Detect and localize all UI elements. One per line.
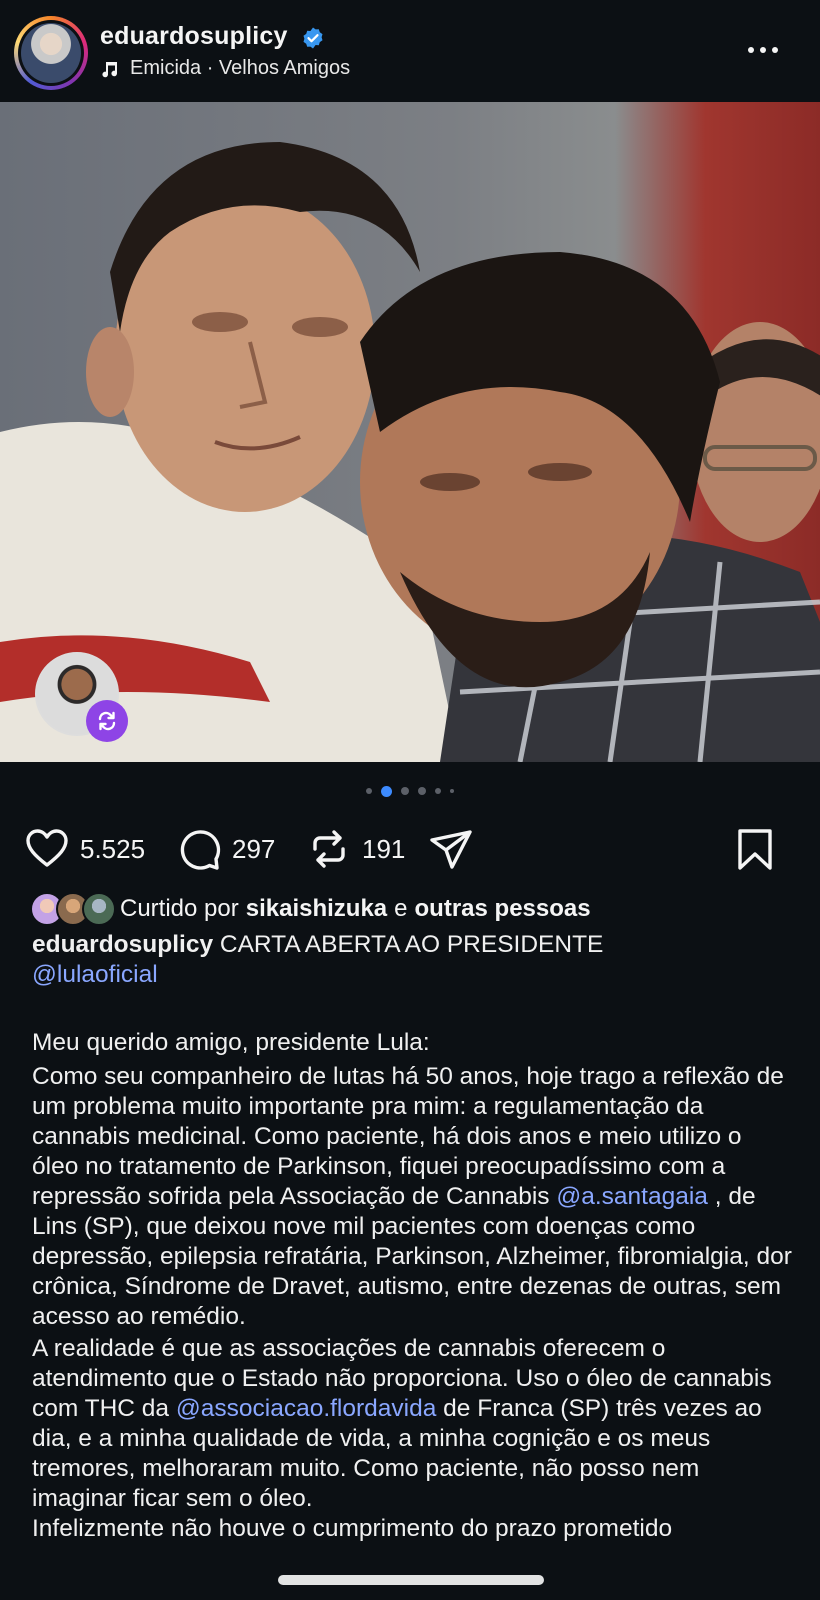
carousel-dot bbox=[366, 788, 372, 794]
music-note-icon bbox=[102, 61, 117, 77]
liked-by-others[interactable]: outras pessoas bbox=[415, 895, 591, 923]
caption-username[interactable]: eduardosuplicy bbox=[32, 931, 213, 958]
repost-icon bbox=[313, 830, 345, 868]
caption-greeting: Meu querido amigo, presidente Lula: bbox=[32, 1029, 430, 1056]
home-indicator[interactable] bbox=[278, 1575, 544, 1585]
music-link[interactable]: Emicida · Velhos Amigos bbox=[100, 57, 350, 80]
repost-badge-icon bbox=[86, 700, 128, 742]
carousel-dot bbox=[418, 787, 426, 795]
carousel-dot bbox=[435, 788, 441, 794]
comment-bubble-icon bbox=[180, 830, 221, 870]
post-photo[interactable] bbox=[0, 102, 820, 762]
liked-by-prefix: Curtido por bbox=[120, 895, 239, 922]
carousel-dot bbox=[450, 789, 454, 793]
comment-count: 297 bbox=[232, 833, 276, 864]
photo-illustration bbox=[0, 142, 820, 762]
comment-button[interactable]: 297 bbox=[176, 826, 275, 872]
verified-badge-icon bbox=[303, 27, 323, 49]
save-button[interactable] bbox=[732, 826, 778, 872]
like-button[interactable]: 5.525 bbox=[24, 826, 145, 872]
music-label: Emicida · Velhos Amigos bbox=[130, 57, 351, 79]
mention-link[interactable]: @lulaoficial bbox=[32, 961, 158, 988]
mention-link[interactable]: @associacao.flordavida bbox=[176, 1395, 436, 1422]
heart-icon bbox=[26, 829, 68, 867]
post-caption: eduardosuplicy CARTA ABERTA AO PRESIDENT… bbox=[32, 930, 792, 1544]
post-username[interactable]: eduardosuplicy bbox=[100, 22, 288, 51]
carousel-dot-active bbox=[381, 785, 392, 797]
liked-by-user[interactable]: sikaishizuka bbox=[246, 895, 387, 923]
mention-link[interactable]: @a.santagaia bbox=[556, 1183, 708, 1210]
profile-avatar[interactable] bbox=[14, 16, 88, 90]
caption-title: CARTA ABERTA AO PRESIDENTE bbox=[219, 931, 604, 958]
avatar bbox=[82, 892, 116, 926]
action-bar: 5.525 297 191 bbox=[0, 818, 820, 874]
repost-count: 191 bbox=[362, 833, 406, 864]
carousel-indicator bbox=[0, 784, 820, 798]
carousel-dot bbox=[401, 787, 409, 795]
more-options-icon[interactable] bbox=[745, 38, 781, 62]
caption-paragraph: Como seu companheiro de lutas há 50 anos… bbox=[32, 1062, 792, 1332]
bookmark-icon bbox=[738, 829, 772, 870]
liked-by-row[interactable]: Curtido por sikaishizuka e outras pessoa… bbox=[30, 892, 591, 926]
liked-by-connector: e bbox=[394, 895, 408, 922]
liked-by-avatars bbox=[30, 892, 116, 926]
share-button[interactable] bbox=[428, 826, 474, 872]
send-icon bbox=[430, 830, 472, 869]
caption-paragraph: A realidade é que as associações de cann… bbox=[32, 1334, 792, 1514]
post-header: eduardosuplicy Emicida · Velhos Amigos bbox=[0, 0, 820, 102]
caption-text: Infelizmente não houve o cumprimento do … bbox=[32, 1515, 673, 1542]
repost-button[interactable]: 191 bbox=[306, 826, 405, 872]
like-count: 5.525 bbox=[80, 833, 146, 864]
